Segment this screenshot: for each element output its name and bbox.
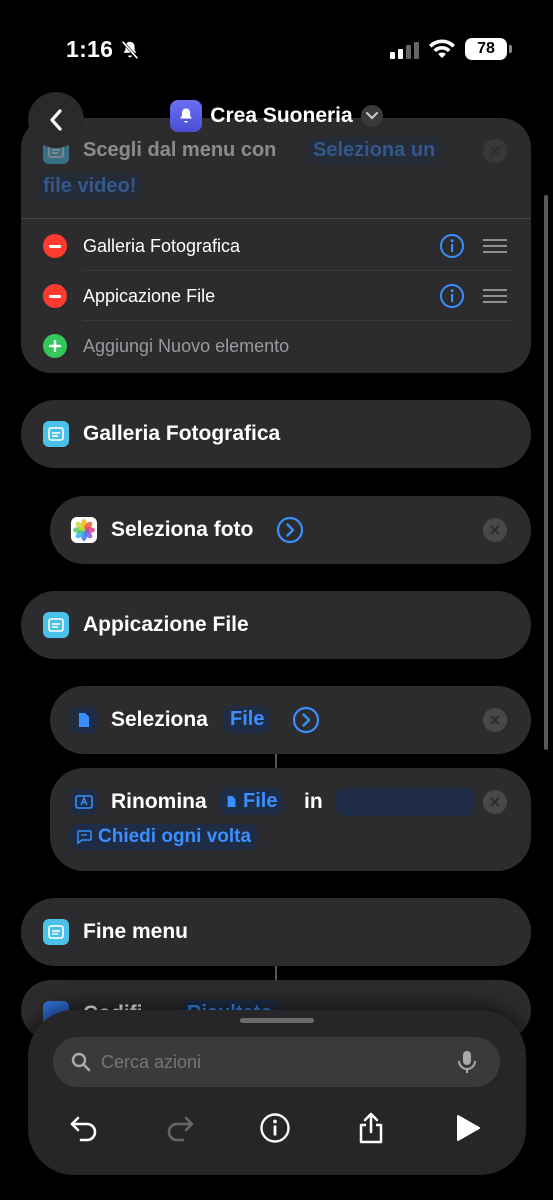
undo-icon [70, 1116, 97, 1142]
divider [21, 218, 531, 219]
undo-button[interactable] [66, 1110, 102, 1146]
case-label: Galleria Fotografica [83, 422, 281, 445]
action-label: Seleziona [111, 708, 208, 731]
action-label: Rinomina [111, 790, 207, 813]
redo-button[interactable] [162, 1110, 198, 1146]
menu-item[interactable]: Galleria Fotografica [21, 221, 531, 271]
message-icon [77, 830, 92, 844]
ask-each-time-token[interactable]: Chiedi ogni volta [70, 824, 258, 850]
bell-app-icon [170, 100, 203, 132]
menu-item[interactable]: Appicazione File [21, 271, 531, 321]
info-icon [260, 1113, 290, 1143]
close-icon [490, 525, 500, 535]
close-icon [490, 146, 500, 156]
search-icon [71, 1052, 91, 1072]
document-icon [227, 796, 236, 807]
ask-each-time-label: Chiedi ogni volta [98, 826, 252, 847]
run-button[interactable] [450, 1110, 486, 1146]
action-label: Seleziona foto [111, 518, 254, 541]
close-icon [490, 715, 500, 725]
remove-item-icon[interactable] [43, 284, 67, 308]
scrollbar[interactable] [544, 195, 548, 750]
flow-connector [275, 966, 277, 980]
new-name-field[interactable] [336, 788, 474, 816]
cellular-signal-icon [390, 42, 419, 59]
menu-category-icon [43, 421, 69, 447]
remove-action-button[interactable] [483, 790, 507, 814]
plus-icon [43, 334, 67, 358]
choose-from-menu-card: Scegli dal menu con Seleziona un file vi… [21, 118, 531, 373]
reorder-handle-icon[interactable] [483, 288, 507, 304]
select-photo-action[interactable]: Seleziona foto [50, 496, 531, 564]
battery-level: 78 [477, 40, 495, 57]
menu-case-card[interactable]: Galleria Fotografica [21, 400, 531, 468]
battery-indicator: 78 [465, 38, 512, 60]
menu-prompt-token-2[interactable]: file video! [37, 173, 143, 200]
menu-prompt-label: Scegli dal menu con [83, 139, 277, 161]
case-label: Appicazione File [83, 613, 249, 636]
action-search-panel [28, 1010, 526, 1175]
remove-item-icon[interactable] [43, 234, 67, 258]
chevron-right-circle-icon[interactable] [292, 706, 320, 734]
menu-prompt-token[interactable]: Seleziona un [307, 137, 442, 164]
rename-icon [71, 789, 97, 815]
close-icon [490, 797, 500, 807]
share-button[interactable] [353, 1110, 389, 1146]
remove-action-button[interactable] [483, 708, 507, 732]
file-token[interactable]: File [220, 788, 284, 815]
microphone-icon[interactable] [457, 1050, 477, 1074]
file-token-label: File [243, 790, 278, 812]
menu-category-icon [43, 612, 69, 638]
shortcut-title[interactable]: Crea Suoneria [0, 100, 553, 132]
add-item-label: Aggiungi Nuovo elemento [83, 336, 290, 356]
end-menu-card[interactable]: Fine menu [21, 898, 531, 966]
photos-app-icon [71, 517, 97, 543]
remove-action-button[interactable] [483, 518, 507, 542]
menu-item-label: Appicazione File [83, 286, 216, 306]
add-menu-item-button[interactable]: Aggiungi Nuovo elemento [21, 321, 531, 371]
play-icon [457, 1115, 480, 1141]
menu-case-card[interactable]: Appicazione File [21, 591, 531, 659]
bell-slash-icon [121, 40, 139, 59]
document-icon [71, 707, 97, 733]
status-time: 1:16 [66, 36, 141, 63]
chevron-down-icon[interactable] [360, 105, 383, 127]
status-bar: 1:16 78 [0, 0, 553, 90]
rename-file-action[interactable]: Rinomina File in Chiedi ogni volta [50, 768, 531, 871]
menu-item-label: Galleria Fotografica [83, 236, 241, 256]
select-file-action[interactable]: Seleziona File [50, 686, 531, 754]
wifi-icon [429, 39, 455, 58]
info-button[interactable] [257, 1110, 293, 1146]
file-token[interactable]: File [224, 706, 271, 733]
menu-category-icon [43, 919, 69, 945]
info-icon[interactable] [439, 283, 465, 309]
flow-connector [275, 754, 277, 768]
panel-grabber[interactable] [240, 1018, 314, 1023]
time-text: 1:16 [66, 36, 114, 62]
menu-prompt-row[interactable]: Scegli dal menu con Seleziona un file vi… [21, 118, 531, 218]
search-bar[interactable] [53, 1037, 500, 1087]
search-input[interactable] [101, 1037, 441, 1087]
redo-icon [167, 1116, 194, 1142]
remove-action-button[interactable] [483, 139, 507, 163]
reorder-handle-icon[interactable] [483, 238, 507, 254]
chevron-right-circle-icon[interactable] [276, 516, 304, 544]
in-label: in [304, 790, 323, 813]
share-icon [359, 1112, 383, 1144]
page-title: Crea Suoneria [210, 104, 353, 127]
info-icon[interactable] [439, 233, 465, 259]
end-menu-label: Fine menu [83, 920, 189, 943]
